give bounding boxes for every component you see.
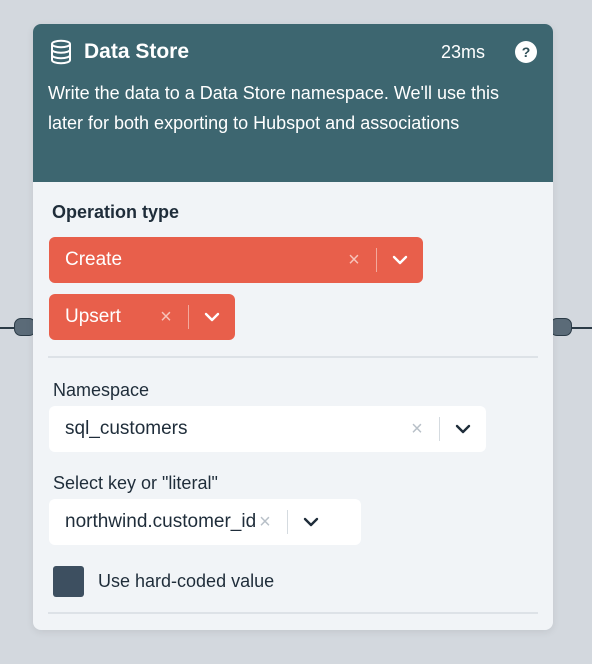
clear-icon[interactable]: × — [407, 418, 427, 441]
section-divider — [48, 356, 538, 358]
chevron-down-icon[interactable] — [189, 312, 235, 322]
node-description: Write the data to a Data Store namespace… — [48, 83, 500, 133]
key-value: northwind.customer_id — [65, 511, 255, 532]
chevron-down-icon[interactable] — [440, 424, 486, 434]
chip-label: Upsert — [65, 306, 121, 327]
node-title: Data Store — [84, 40, 190, 63]
node-header: Data Store 23ms ? Write the data to a Da… — [33, 24, 553, 182]
operation-type-label: Operation type — [52, 202, 180, 222]
help-icon[interactable]: ? — [515, 41, 537, 63]
chip-label: Create — [65, 249, 123, 270]
data-store-node[interactable]: Data Store 23ms ? Write the data to a Da… — [33, 24, 553, 630]
output-port[interactable] — [550, 318, 572, 336]
chevron-down-icon[interactable] — [377, 255, 423, 265]
clear-icon[interactable]: × — [255, 511, 275, 534]
namespace-value: sql_customers — [65, 418, 188, 439]
chevron-down-icon[interactable] — [288, 517, 334, 527]
key-select[interactable]: northwind.customer_id × — [49, 499, 361, 545]
namespace-label: Namespace — [53, 380, 150, 400]
operation-chip-upsert[interactable]: Upsert × — [49, 294, 235, 340]
node-header-row: Data Store 23ms ? — [48, 38, 537, 66]
operation-chip-create[interactable]: Create × — [49, 237, 423, 283]
clear-icon[interactable]: × — [344, 249, 364, 272]
select-key-label: Select key or "literal" — [53, 473, 218, 493]
hardcoded-value-label[interactable]: Use hard-coded value — [98, 571, 274, 592]
clear-icon[interactable]: × — [156, 306, 176, 329]
hardcoded-value-checkbox[interactable] — [53, 566, 84, 597]
database-icon — [48, 39, 74, 65]
node-timing: 23ms — [440, 41, 485, 62]
namespace-select[interactable]: sql_customers × — [49, 406, 486, 452]
section-divider — [48, 612, 538, 614]
